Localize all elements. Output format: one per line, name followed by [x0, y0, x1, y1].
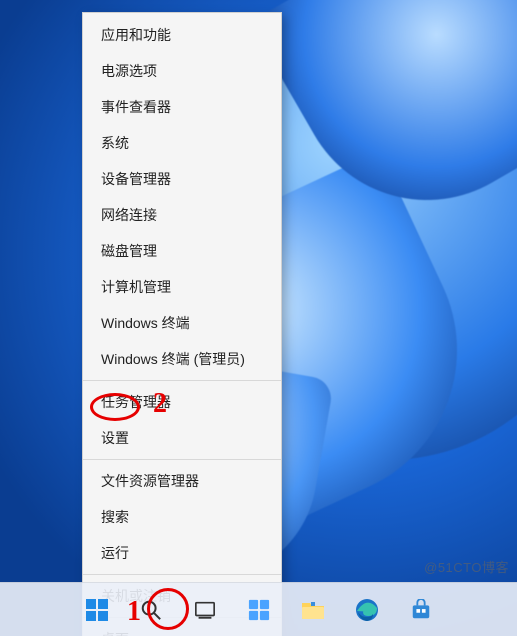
taskbar — [0, 582, 517, 636]
menu-separator — [83, 380, 281, 381]
menu-item-file-explorer[interactable]: 文件资源管理器 — [83, 463, 281, 499]
menu-item-windows-terminal[interactable]: Windows 终端 — [83, 305, 281, 341]
menu-item-settings[interactable]: 设置 — [83, 420, 281, 456]
menu-item-disk-management[interactable]: 磁盘管理 — [83, 233, 281, 269]
menu-item-search[interactable]: 搜索 — [83, 499, 281, 535]
menu-item-apps-features[interactable]: 应用和功能 — [83, 17, 281, 53]
edge-icon — [355, 598, 379, 622]
menu-item-device-manager[interactable]: 设备管理器 — [83, 161, 281, 197]
search-button[interactable] — [131, 590, 171, 630]
start-button[interactable] — [77, 590, 117, 630]
store-icon — [410, 599, 432, 621]
menu-item-network-connections[interactable]: 网络连接 — [83, 197, 281, 233]
menu-separator — [83, 574, 281, 575]
widgets-button[interactable] — [239, 590, 279, 630]
windows-logo-icon — [85, 598, 109, 622]
folder-icon — [301, 599, 325, 621]
menu-item-system[interactable]: 系统 — [83, 125, 281, 161]
menu-item-windows-terminal-admin[interactable]: Windows 终端 (管理员) — [83, 341, 281, 377]
watermark-text: @51CTO博客 — [424, 557, 509, 576]
widgets-icon — [248, 599, 270, 621]
edge-button[interactable] — [347, 590, 387, 630]
desktop-screen: 应用和功能 电源选项 事件查看器 系统 设备管理器 网络连接 磁盘管理 计算机管… — [0, 0, 517, 636]
menu-item-power-options[interactable]: 电源选项 — [83, 53, 281, 89]
menu-item-event-viewer[interactable]: 事件查看器 — [83, 89, 281, 125]
menu-separator — [83, 459, 281, 460]
menu-item-computer-management[interactable]: 计算机管理 — [83, 269, 281, 305]
menu-item-run[interactable]: 运行 — [83, 535, 281, 571]
search-icon — [140, 599, 162, 621]
task-view-button[interactable] — [185, 590, 225, 630]
file-explorer-button[interactable] — [293, 590, 333, 630]
start-context-menu: 应用和功能 电源选项 事件查看器 系统 设备管理器 网络连接 磁盘管理 计算机管… — [82, 12, 282, 636]
store-button[interactable] — [401, 590, 441, 630]
menu-item-task-manager[interactable]: 任务管理器 — [83, 384, 281, 420]
task-view-icon — [194, 599, 216, 621]
